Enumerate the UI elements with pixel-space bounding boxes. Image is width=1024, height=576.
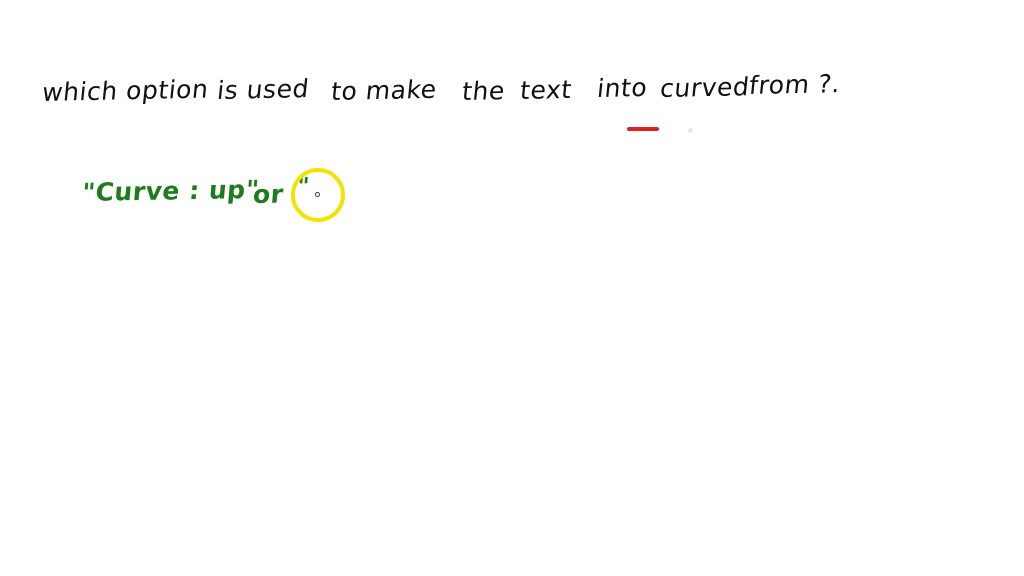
handwritten-word-is-used: is used — [215, 74, 311, 105]
handwritten-word-the: the — [460, 76, 507, 106]
handwritten-word-curved: curved — [658, 72, 751, 103]
handwritten-answer-curve-up: "Curve : up" — [80, 174, 261, 207]
handwritten-answer-or: or — [251, 179, 285, 209]
faint-gray-speck — [688, 128, 693, 133]
red-underline-annotation — [627, 127, 659, 131]
handwritten-word-text: text — [518, 74, 574, 105]
handwritten-word-to-make: to make — [329, 74, 439, 106]
handwritten-word-which-option: which option — [40, 74, 210, 107]
handwritten-word-into: into — [595, 72, 649, 103]
handwritten-word-from: from ?. — [747, 69, 842, 100]
circle-center-dot — [315, 192, 320, 197]
handwritten-note-canvas: which option is used to make the text in… — [0, 0, 1024, 576]
